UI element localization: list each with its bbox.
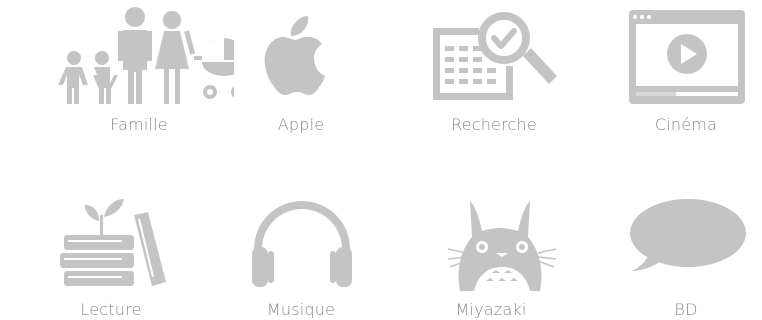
speech-bubble-icon (630, 199, 746, 271)
category-label: Cinéma (654, 115, 718, 134)
category-cinema[interactable]: Cinéma (591, 0, 762, 140)
category-grid: Famille Apple Recherche Cinéma Lecture M… (0, 0, 762, 320)
category-label: Recherche (451, 115, 537, 134)
category-miyazaki[interactable]: Miyazaki (396, 185, 586, 320)
category-recherche[interactable]: Recherche (399, 0, 589, 140)
category-label: Miyazaki (455, 300, 527, 319)
category-label: Apple (277, 115, 325, 134)
category-label: BD (674, 300, 698, 319)
video-player-icon (629, 10, 745, 104)
category-bd[interactable]: BD (591, 185, 762, 320)
category-lecture[interactable]: Lecture (16, 185, 206, 320)
category-label: Musique (266, 300, 336, 319)
totoro-icon (447, 201, 557, 291)
category-apple[interactable]: Apple (206, 0, 396, 140)
category-musique[interactable]: Musique (206, 185, 396, 320)
apple-icon (264, 16, 325, 95)
search-document-icon (433, 12, 557, 100)
headphones-icon (252, 201, 352, 287)
category-label: Lecture (80, 300, 142, 319)
books-plant-icon (60, 199, 166, 286)
